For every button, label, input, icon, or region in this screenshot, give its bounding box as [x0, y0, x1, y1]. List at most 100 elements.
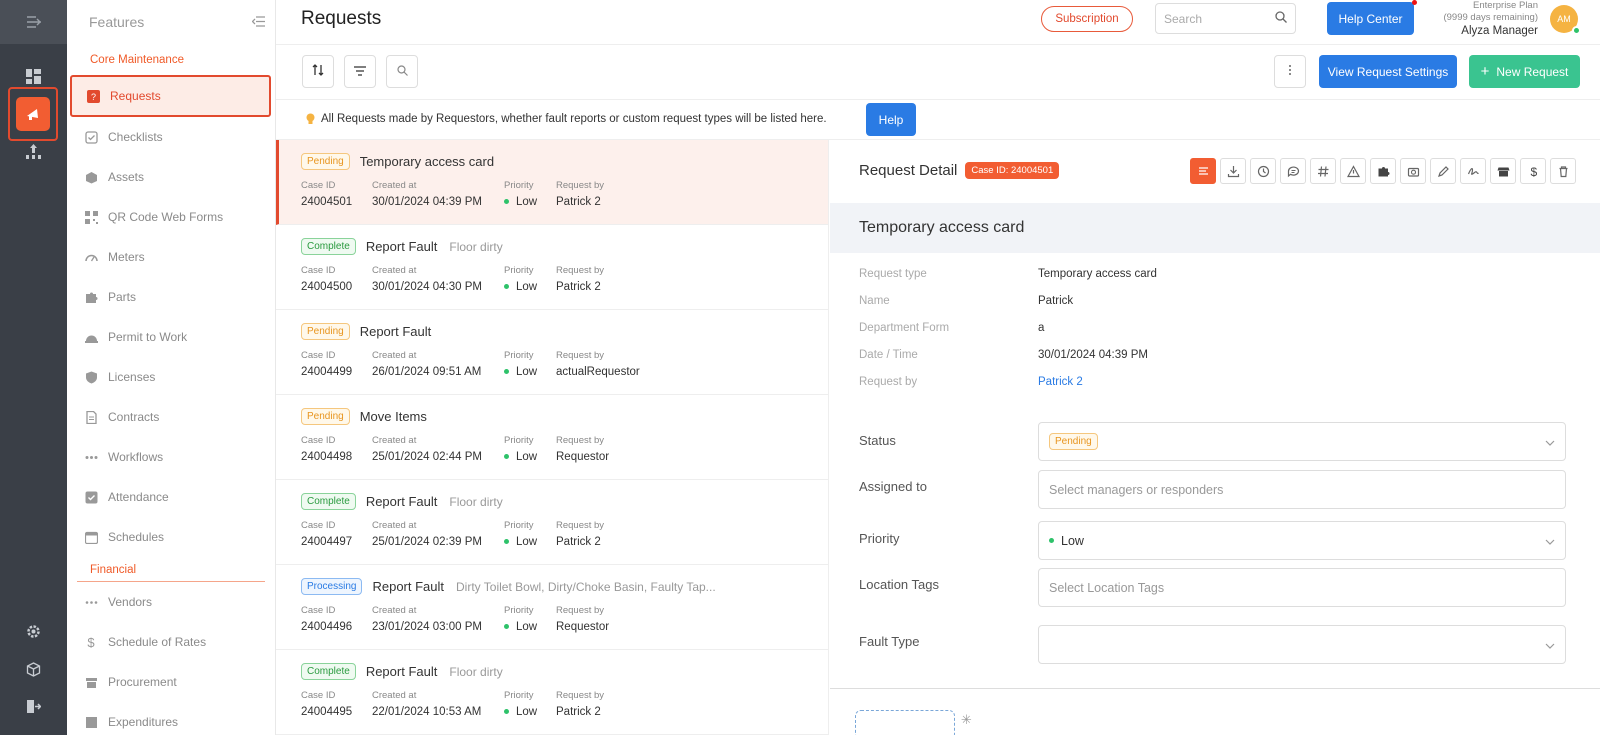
- search-input[interactable]: Search: [1155, 3, 1296, 34]
- list-item[interactable]: Processing Report Fault Dirty Toilet Bow…: [276, 565, 828, 650]
- sort-button[interactable]: [302, 55, 334, 88]
- camera-icon: [1407, 167, 1419, 177]
- list-item-header: Pending Temporary access card: [301, 153, 506, 170]
- sidebar-item-qr-code-web-forms[interactable]: QR Code Web Forms: [67, 197, 275, 237]
- priority-label: Priority: [504, 435, 534, 446]
- list-item[interactable]: Complete Report Fault Floor dirty Case I…: [276, 480, 828, 565]
- filter-button[interactable]: [344, 55, 376, 88]
- sidebar-item-schedules[interactable]: Schedules: [67, 517, 275, 557]
- sidebar-item-vendors[interactable]: Vendors: [67, 582, 275, 622]
- help-center-button[interactable]: Help Center: [1327, 2, 1414, 35]
- sidebar-item-contracts[interactable]: Contracts: [67, 397, 275, 437]
- help-button[interactable]: Help: [866, 103, 916, 136]
- puzzle-action-button[interactable]: [1370, 158, 1396, 184]
- case-id-value: 24004495: [301, 706, 353, 718]
- user-name[interactable]: Alyza Manager: [1443, 24, 1538, 39]
- priority-label: Priority: [504, 350, 534, 361]
- sidebar-item-parts[interactable]: Parts: [67, 277, 275, 317]
- request-by-column: Request by Patrick 2: [556, 180, 604, 208]
- menu-expand-icon[interactable]: [0, 0, 67, 44]
- dashboard-icon[interactable]: [0, 67, 67, 85]
- view-request-settings-button[interactable]: View Request Settings: [1319, 55, 1457, 88]
- sidebar-item-checklists[interactable]: Checklists: [67, 117, 275, 157]
- sidebar-item-attendance[interactable]: Attendance: [67, 477, 275, 517]
- trash-action-button[interactable]: [1550, 158, 1576, 184]
- logout-icon[interactable]: [0, 697, 67, 715]
- created-at-label: Created at: [372, 690, 417, 701]
- created-at-label: Created at: [372, 520, 417, 531]
- edit-icon: [1437, 165, 1449, 177]
- comment-action-button[interactable]: [1280, 158, 1306, 184]
- priority-label: Priority: [504, 605, 534, 616]
- request-by-label: Request by: [556, 435, 605, 446]
- created-at-column: Created at 25/01/2024 02:39 PM: [372, 520, 482, 548]
- sidebar-item-assets[interactable]: Assets: [67, 157, 275, 197]
- fault-type-label: Fault Type: [859, 634, 920, 649]
- contract-icon: [84, 410, 98, 424]
- collapse-sidebar-icon[interactable]: [251, 14, 265, 30]
- camera-action-button[interactable]: [1400, 158, 1426, 184]
- features-sidebar: Features Core Maintenance ? Requests Che…: [67, 0, 276, 735]
- attachment-placeholder[interactable]: [855, 710, 955, 735]
- settings-icon[interactable]: [0, 622, 67, 640]
- location-tags-input[interactable]: Select Location Tags: [1038, 568, 1566, 607]
- list-item[interactable]: Complete Report Fault Floor dirty Case I…: [276, 650, 828, 735]
- request-by-value: Patrick 2: [556, 706, 601, 718]
- sidebar-item-permit-to-work[interactable]: Permit to Work: [67, 317, 275, 357]
- sidebar-item-meters[interactable]: Meters: [67, 237, 275, 277]
- case-id-label: Case ID: [301, 180, 336, 191]
- list-item[interactable]: Pending Temporary access card Case ID 24…: [276, 140, 828, 225]
- list-search-button[interactable]: [386, 55, 418, 88]
- list-item[interactable]: Pending Report Fault Case ID 24004499 Cr…: [276, 310, 828, 395]
- clock-action-button[interactable]: [1250, 158, 1276, 184]
- new-request-button[interactable]: + New Request: [1469, 55, 1580, 88]
- priority-select[interactable]: Low: [1038, 521, 1566, 560]
- sidebar-item-procurement[interactable]: Procurement: [67, 662, 275, 702]
- request-by-link[interactable]: Patrick 2: [1038, 376, 1083, 388]
- sidebar-header: Features: [67, 0, 275, 44]
- store-action-button[interactable]: [1490, 158, 1516, 184]
- request-by-column: Request by actualRequestor: [556, 350, 640, 378]
- request-by-value: Requestor: [556, 621, 610, 633]
- case-id-column: Case ID 24004500: [301, 265, 352, 293]
- subscription-button[interactable]: Subscription: [1041, 6, 1133, 32]
- status-select[interactable]: Pending: [1038, 422, 1566, 461]
- sidebar-item-schedule-of-rates[interactable]: $ Schedule of Rates: [67, 622, 275, 662]
- list-item[interactable]: Pending Move Items Case ID 24004498 Crea…: [276, 395, 828, 480]
- download-action-button[interactable]: [1220, 158, 1246, 184]
- signature-action-button[interactable]: [1460, 158, 1486, 184]
- created-at-value: 22/01/2024 10:53 AM: [372, 706, 482, 718]
- dollar-action-button[interactable]: $: [1520, 158, 1546, 184]
- request-by-label: Request by: [556, 605, 605, 616]
- warning-action-button[interactable]: [1340, 158, 1366, 184]
- location-tags-label: Location Tags: [859, 577, 939, 592]
- more-options-button[interactable]: [1274, 55, 1306, 88]
- sidebar-item-licenses[interactable]: Licenses: [67, 357, 275, 397]
- hash-action-button[interactable]: [1310, 158, 1336, 184]
- sidebar-item-label: Requests: [110, 89, 161, 103]
- list-item[interactable]: Complete Report Fault Floor dirty Case I…: [276, 225, 828, 310]
- plus-icon: +: [1480, 63, 1490, 80]
- assigned-to-input[interactable]: Select managers or responders: [1038, 470, 1566, 509]
- cube-icon[interactable]: [0, 660, 67, 678]
- signature-icon: [1467, 167, 1479, 175]
- icon-rail: [0, 0, 67, 735]
- sidebar-item-label: Licenses: [108, 370, 156, 384]
- sidebar-item-expenditures[interactable]: Expenditures: [67, 702, 275, 735]
- sidebar-item-label: Parts: [108, 290, 137, 304]
- assigned-label: Assigned to: [859, 479, 927, 494]
- requests-feature-icon[interactable]: [16, 97, 50, 131]
- detail-action-button[interactable]: [1190, 158, 1216, 184]
- request-title: Report Fault: [365, 494, 438, 509]
- sidebar-item-requests[interactable]: ? Requests: [70, 75, 271, 117]
- fault-type-select[interactable]: [1038, 625, 1566, 664]
- reports-icon[interactable]: [0, 142, 67, 160]
- edit-action-button[interactable]: [1430, 158, 1456, 184]
- created-at-column: Created at 25/01/2024 02:44 PM: [372, 435, 482, 463]
- lightbulb-icon: [306, 113, 315, 128]
- case-id-value: 24004496: [301, 621, 353, 633]
- request-title: Report Fault: [372, 579, 445, 594]
- sidebar-item-workflows[interactable]: Workflows: [67, 437, 275, 477]
- sidebar-item-label: Workflows: [108, 450, 164, 464]
- request-by-value: Patrick 2: [556, 196, 601, 208]
